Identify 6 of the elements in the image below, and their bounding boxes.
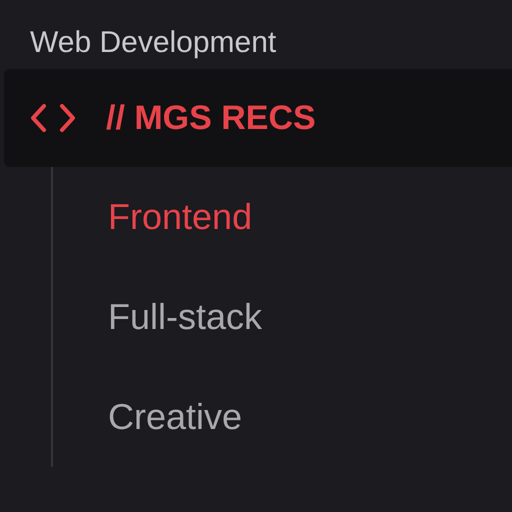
nav-subitem[interactable]: Frontend	[53, 167, 512, 267]
code-icon	[30, 103, 76, 133]
nav-subitem[interactable]: Full-stack	[53, 267, 512, 367]
section-title: Web Development	[29, 25, 278, 61]
nav-subitem[interactable]: Creative	[53, 367, 512, 467]
nav-group-item[interactable]: // MGS RECS	[4, 69, 512, 167]
